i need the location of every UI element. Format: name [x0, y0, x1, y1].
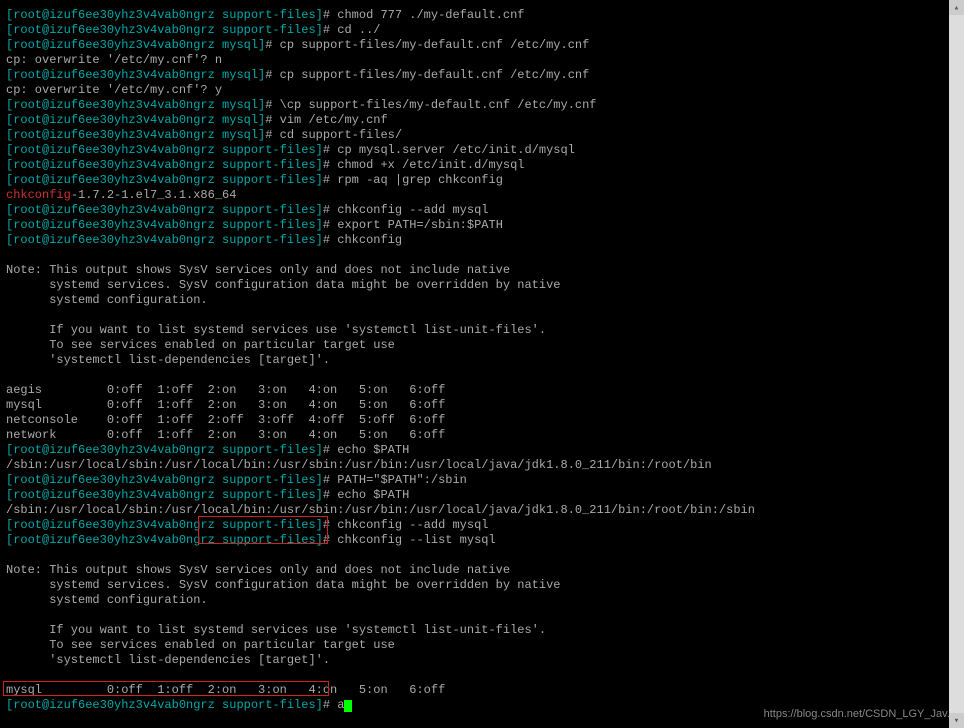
cursor: [344, 700, 352, 712]
csdn-watermark: https://blog.csdn.net/CSDN_LGY_Jav...: [764, 708, 956, 720]
terminal-output-line: /sbin:/usr/local/sbin:/usr/local/bin:/us…: [6, 503, 958, 518]
service-row: mysql 0:off 1:off 2:on 3:on 4:on 5:on 6:…: [6, 398, 958, 413]
terminal-output-line: systemd configuration.: [6, 293, 958, 308]
service-row: aegis 0:off 1:off 2:on 3:on 4:on 5:on 6:…: [6, 383, 958, 398]
prompt-line: [root@izuf6ee30yhz3v4vab0ngrz support-fi…: [6, 23, 958, 38]
prompt-line: [root@izuf6ee30yhz3v4vab0ngrz mysql]# cd…: [6, 128, 958, 143]
terminal-output-line: systemd services. SysV configuration dat…: [6, 278, 958, 293]
terminal-output[interactable]: [root@izuf6ee30yhz3v4vab0ngrz support-fi…: [0, 0, 964, 728]
terminal-output-line: systemd services. SysV configuration dat…: [6, 578, 958, 593]
prompt-line: [root@izuf6ee30yhz3v4vab0ngrz support-fi…: [6, 518, 958, 533]
terminal-output-line: Note: This output shows SysV services on…: [6, 563, 958, 578]
terminal-output-line: 'systemctl list-dependencies [target]'.: [6, 653, 958, 668]
terminal-output-line: Note: This output shows SysV services on…: [6, 263, 958, 278]
prompt-line: [root@izuf6ee30yhz3v4vab0ngrz mysql]# vi…: [6, 113, 958, 128]
scroll-up-arrow[interactable]: ▴: [949, 0, 964, 15]
terminal-output-line: cp: overwrite '/etc/my.cnf'? n: [6, 53, 958, 68]
package-line: chkconfig-1.7.2-1.el7_3.1.x86_64: [6, 188, 958, 203]
prompt-line: [root@izuf6ee30yhz3v4vab0ngrz support-fi…: [6, 533, 958, 548]
prompt-line: [root@izuf6ee30yhz3v4vab0ngrz support-fi…: [6, 158, 958, 173]
vertical-scrollbar[interactable]: ▴ ▾: [949, 0, 964, 728]
terminal-output-line: systemd configuration.: [6, 593, 958, 608]
terminal-output-line: 'systemctl list-dependencies [target]'.: [6, 353, 958, 368]
prompt-line: [root@izuf6ee30yhz3v4vab0ngrz support-fi…: [6, 173, 958, 188]
scroll-down-arrow[interactable]: ▾: [949, 713, 964, 728]
service-row: mysql 0:off 1:off 2:on 3:on 4:on 5:on 6:…: [6, 683, 958, 698]
prompt-line: [root@izuf6ee30yhz3v4vab0ngrz support-fi…: [6, 488, 958, 503]
terminal-output-line: cp: overwrite '/etc/my.cnf'? y: [6, 83, 958, 98]
prompt-line: [root@izuf6ee30yhz3v4vab0ngrz mysql]# cp…: [6, 38, 958, 53]
prompt-line: [root@izuf6ee30yhz3v4vab0ngrz support-fi…: [6, 143, 958, 158]
prompt-line: [root@izuf6ee30yhz3v4vab0ngrz mysql]# cp…: [6, 68, 958, 83]
prompt-line: [root@izuf6ee30yhz3v4vab0ngrz mysql]# \c…: [6, 98, 958, 113]
terminal-output-line: If you want to list systemd services use…: [6, 323, 958, 338]
terminal-output-line: If you want to list systemd services use…: [6, 623, 958, 638]
prompt-line: [root@izuf6ee30yhz3v4vab0ngrz support-fi…: [6, 218, 958, 233]
terminal-output-line: To see services enabled on particular ta…: [6, 638, 958, 653]
service-row: network 0:off 1:off 2:on 3:on 4:on 5:on …: [6, 428, 958, 443]
prompt-line: [root@izuf6ee30yhz3v4vab0ngrz support-fi…: [6, 443, 958, 458]
terminal-output-line: To see services enabled on particular ta…: [6, 338, 958, 353]
prompt-line: [root@izuf6ee30yhz3v4vab0ngrz support-fi…: [6, 8, 958, 23]
terminal-output-line: /sbin:/usr/local/sbin:/usr/local/bin:/us…: [6, 458, 958, 473]
prompt-line: [root@izuf6ee30yhz3v4vab0ngrz support-fi…: [6, 473, 958, 488]
prompt-line: [root@izuf6ee30yhz3v4vab0ngrz support-fi…: [6, 233, 958, 248]
service-row: netconsole 0:off 1:off 2:off 3:off 4:off…: [6, 413, 958, 428]
prompt-line: [root@izuf6ee30yhz3v4vab0ngrz support-fi…: [6, 203, 958, 218]
